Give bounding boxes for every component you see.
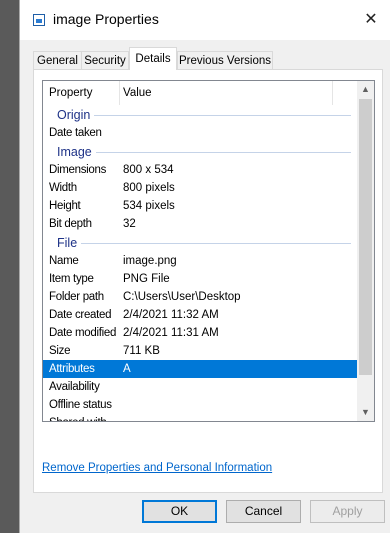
column-header-value[interactable]: Value xyxy=(123,81,152,105)
property-value: C:\Users\User\Desktop xyxy=(123,291,241,303)
list-item[interactable]: Date created 2/4/2021 11:32 AM xyxy=(43,306,357,324)
tab-general[interactable]: General xyxy=(33,51,82,69)
vertical-scrollbar[interactable]: ▲ ▼ xyxy=(357,81,374,421)
image-file-icon xyxy=(33,14,45,26)
group-origin: Origin xyxy=(43,106,357,124)
column-header-property[interactable]: Property xyxy=(49,81,92,105)
list-item[interactable]: Offline status xyxy=(43,396,357,414)
list-item[interactable]: Width 800 pixels xyxy=(43,179,357,197)
property-name: Shared with xyxy=(49,414,107,421)
remove-properties-link[interactable]: Remove Properties and Personal Informati… xyxy=(42,462,272,474)
property-value: 711 KB xyxy=(123,345,160,357)
group-divider xyxy=(57,243,351,244)
window-title: image Properties xyxy=(53,11,159,27)
property-name: Date created xyxy=(49,309,112,321)
list-item[interactable]: Item type PNG File xyxy=(43,270,357,288)
scrollbar-thumb[interactable] xyxy=(359,99,372,375)
property-value: PNG File xyxy=(123,273,170,285)
list-item[interactable]: Height 534 pixels xyxy=(43,197,357,215)
property-name: Availability xyxy=(49,381,100,393)
property-value: 800 x 534 xyxy=(123,164,174,176)
list-item[interactable]: Shared with xyxy=(43,414,357,421)
property-name: Date modified xyxy=(49,327,117,339)
property-name: Folder path xyxy=(49,291,104,303)
ok-button[interactable]: OK xyxy=(142,500,217,523)
column-divider[interactable] xyxy=(119,81,120,105)
list-item[interactable]: Date modified 2/4/2021 11:31 AM xyxy=(43,324,357,342)
property-value: 534 pixels xyxy=(123,200,175,212)
property-value: 2/4/2021 11:31 AM xyxy=(123,327,219,339)
property-name: Bit depth xyxy=(49,218,92,230)
property-name: Width xyxy=(49,182,77,194)
property-value: 32 xyxy=(123,218,136,230)
property-value: image.png xyxy=(123,255,177,267)
list-item[interactable]: Availability xyxy=(43,378,357,396)
column-divider[interactable] xyxy=(332,81,333,105)
tab-security[interactable]: Security xyxy=(81,51,129,69)
list-item[interactable]: Name image.png xyxy=(43,252,357,270)
close-button[interactable]: ✕ xyxy=(351,0,390,40)
list-item[interactable]: Date taken xyxy=(43,124,357,142)
list-item[interactable]: Bit depth 32 xyxy=(43,215,357,233)
tab-previous-versions[interactable]: Previous Versions xyxy=(177,51,273,69)
property-name: Attributes xyxy=(49,363,95,375)
group-divider xyxy=(57,115,351,116)
property-value: 2/4/2021 11:32 AM xyxy=(123,309,219,321)
group-label: Image xyxy=(57,143,96,161)
apply-button[interactable]: Apply xyxy=(310,500,385,523)
scroll-up-icon[interactable]: ▲ xyxy=(357,81,374,98)
group-file: File xyxy=(43,234,357,252)
group-divider xyxy=(57,152,351,153)
scroll-down-icon[interactable]: ▼ xyxy=(357,404,374,421)
property-name: Offline status xyxy=(49,399,112,411)
cancel-button[interactable]: Cancel xyxy=(226,500,301,523)
group-label: File xyxy=(57,234,82,252)
group-image: Image xyxy=(43,143,357,161)
properties-list[interactable]: Property Value Origin Date taken Image D… xyxy=(42,80,375,422)
list-item[interactable]: Size 711 KB xyxy=(43,342,357,360)
title-bar: image Properties ✕ xyxy=(20,0,390,40)
list-item-selected[interactable]: Attributes A xyxy=(43,360,357,378)
tab-details[interactable]: Details xyxy=(129,47,177,70)
property-name: Name xyxy=(49,255,79,267)
property-value: 800 pixels xyxy=(123,182,175,194)
property-value: A xyxy=(123,363,131,375)
properties-dialog: image Properties ✕ General Security Deta… xyxy=(19,0,390,533)
property-name: Dimensions xyxy=(49,164,107,176)
property-name: Height xyxy=(49,200,81,212)
property-name: Size xyxy=(49,345,71,357)
property-name: Date taken xyxy=(49,127,102,139)
list-header: Property Value xyxy=(43,81,357,105)
group-label: Origin xyxy=(57,106,95,124)
list-item[interactable]: Folder path C:\Users\User\Desktop xyxy=(43,288,357,306)
list-item[interactable]: Dimensions 800 x 534 xyxy=(43,161,357,179)
details-panel: Property Value Origin Date taken Image D… xyxy=(33,69,383,493)
property-name: Item type xyxy=(49,273,94,285)
